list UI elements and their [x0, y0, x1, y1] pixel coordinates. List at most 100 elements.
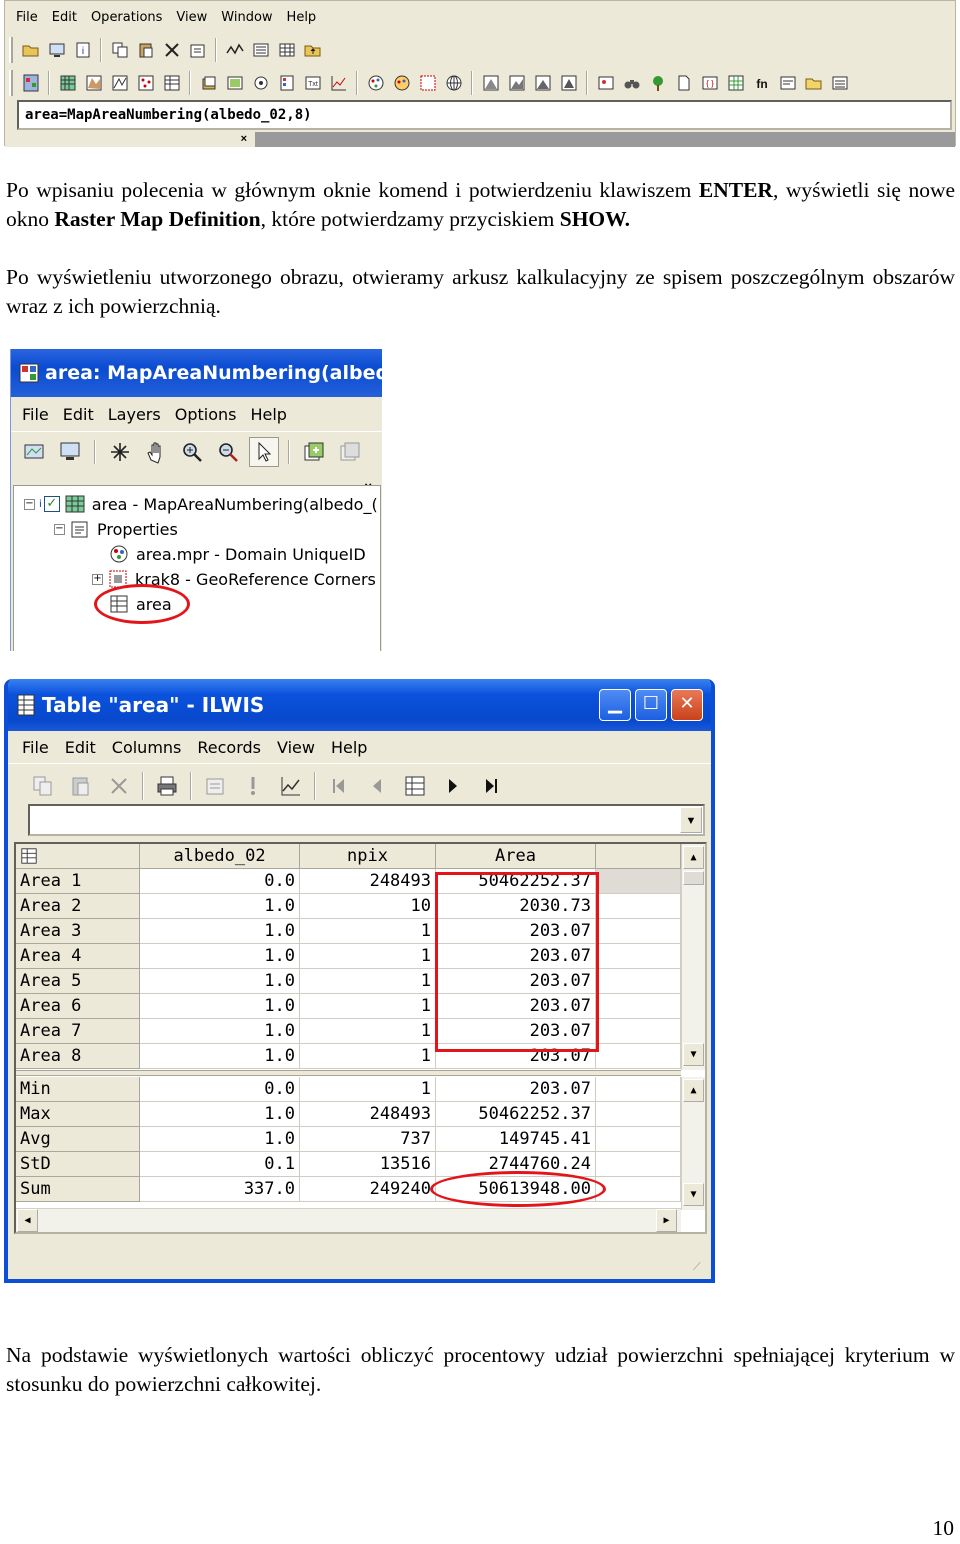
table-menu-help[interactable]: Help [323, 738, 375, 757]
last-record-icon[interactable] [476, 771, 506, 801]
record-name[interactable]: Area 4 [16, 944, 140, 969]
pan-hand-icon[interactable] [141, 437, 171, 467]
binoculars-icon[interactable] [620, 72, 643, 95]
segment-map-icon[interactable] [108, 72, 131, 95]
record-name[interactable]: Area 3 [16, 919, 140, 944]
georeference-icon[interactable] [416, 72, 439, 95]
menu-view[interactable]: View [169, 10, 214, 25]
polygon-map-icon[interactable] [82, 72, 105, 95]
pointer-star-icon[interactable] [105, 437, 135, 467]
maximize-button[interactable]: ☐ [635, 689, 667, 721]
record-name[interactable]: Area 1 [16, 869, 140, 894]
toolbar-grip[interactable] [9, 37, 13, 63]
monitor-icon[interactable] [55, 437, 85, 467]
column-header-npix[interactable]: npix [300, 844, 436, 869]
cell-npix[interactable]: 248493 [300, 869, 436, 894]
paste-icon[interactable] [134, 39, 157, 62]
layer-visible-checkbox[interactable]: ✓ [43, 496, 60, 512]
table-menu-view[interactable]: View [269, 738, 323, 757]
toolbar-grip[interactable] [9, 70, 13, 96]
new-document-icon[interactable] [672, 72, 695, 95]
delete-icon[interactable] [104, 771, 134, 801]
close-command-pane-button[interactable]: × [5, 132, 255, 147]
folder-icon[interactable] [802, 72, 825, 95]
remove-layer-icon[interactable] [335, 437, 365, 467]
column-header-area[interactable]: Area [436, 844, 596, 869]
annotation-icon[interactable] [557, 72, 580, 95]
next-record-icon[interactable] [438, 771, 468, 801]
record-name[interactable]: Area 7 [16, 1019, 140, 1044]
map-list-icon[interactable] [197, 72, 220, 95]
first-record-icon[interactable] [324, 771, 354, 801]
stats-scroll-down-arrow-icon[interactable]: ▼ [683, 1183, 704, 1206]
grid-table-icon[interactable] [724, 72, 747, 95]
raster-map-icon[interactable] [56, 72, 79, 95]
text-icon[interactable]: Txt [301, 72, 324, 95]
console-icon[interactable] [828, 72, 851, 95]
table-menu-edit[interactable]: Edit [57, 738, 104, 757]
minimize-button[interactable]: ▁ [599, 689, 631, 721]
menu-edit[interactable]: Edit [45, 10, 84, 25]
scroll-up-arrow-icon[interactable]: ▲ [683, 846, 704, 869]
record-name[interactable]: Area 8 [16, 1044, 140, 1069]
goto-record-icon[interactable] [400, 771, 430, 801]
close-button[interactable]: ✕ [671, 689, 703, 721]
cell-albedo[interactable]: 1.0 [140, 894, 300, 919]
layer-tree-domain[interactable]: area.mpr - Domain UniqueID [108, 542, 366, 566]
copy-icon[interactable] [108, 39, 131, 62]
delete-icon[interactable] [160, 39, 183, 62]
command-line-input[interactable]: area=MapAreaNumbering(albedo_02,8) [17, 100, 952, 130]
map-menu-file[interactable]: File [15, 405, 56, 424]
sort-exclamation-icon[interactable] [238, 771, 268, 801]
cell-npix[interactable]: 1 [300, 969, 436, 994]
table-icon[interactable] [160, 72, 183, 95]
command-combo-box[interactable]: ▼ [28, 804, 705, 836]
cell-albedo[interactable]: 1.0 [140, 944, 300, 969]
up-folder-icon[interactable] [301, 39, 324, 62]
column-header-albedo[interactable]: albedo_02 [140, 844, 300, 869]
records-vertical-scrollbar[interactable]: ▲ ▼ [681, 844, 705, 1070]
scroll-left-arrow-icon[interactable]: ◀ [17, 1209, 38, 1232]
map-menu-layers[interactable]: Layers [101, 405, 168, 424]
map-3d-icon[interactable] [505, 72, 528, 95]
zoom-in-icon[interactable] [177, 437, 207, 467]
scroll-down-arrow-icon[interactable]: ▼ [683, 1043, 704, 1066]
map-layout-icon[interactable] [531, 72, 554, 95]
paste-icon[interactable] [66, 771, 96, 801]
graph-icon[interactable] [223, 39, 246, 62]
show-icon[interactable] [45, 39, 68, 62]
print-icon[interactable] [152, 771, 182, 801]
map-menu-help[interactable]: Help [243, 405, 293, 424]
menu-file[interactable]: File [9, 10, 45, 25]
chart-icon[interactable] [327, 72, 350, 95]
menu-help[interactable]: Help [280, 10, 324, 25]
cell-npix[interactable]: 1 [300, 919, 436, 944]
resize-grip-icon[interactable]: ⟋ [693, 1261, 707, 1275]
scroll-right-arrow-icon[interactable]: ▶ [656, 1209, 677, 1232]
matrix-icon[interactable]: { } [698, 72, 721, 95]
cell-npix[interactable]: 1 [300, 1019, 436, 1044]
details-view-icon[interactable] [275, 39, 298, 62]
sample-set-icon[interactable] [249, 72, 272, 95]
expand-georef-button[interactable]: + [92, 573, 103, 585]
collapse-root-button[interactable]: − [24, 498, 35, 510]
map-menu-options[interactable]: Options [168, 405, 244, 424]
function-icon[interactable]: fn [750, 72, 773, 95]
layer-tree-root[interactable]: − i ✓ area - MapAreaNumbering(albedo_( [24, 492, 378, 516]
record-name[interactable]: Area 2 [16, 894, 140, 919]
cell-npix[interactable]: 10 [300, 894, 436, 919]
table-menu-records[interactable]: Records [189, 738, 269, 757]
cell-npix[interactable]: 1 [300, 1044, 436, 1069]
open-folder-icon[interactable] [19, 39, 42, 62]
domain-icon[interactable] [364, 72, 387, 95]
cell-albedo[interactable]: 1.0 [140, 994, 300, 1019]
select-arrow-icon[interactable] [249, 436, 279, 467]
table-menu-file[interactable]: File [14, 738, 57, 757]
point-map-icon[interactable] [134, 72, 157, 95]
record-name[interactable]: Area 5 [16, 969, 140, 994]
cell-albedo[interactable]: 1.0 [140, 1044, 300, 1069]
layer-tree-properties[interactable]: − Properties [54, 517, 178, 541]
collapse-properties-button[interactable]: − [54, 523, 65, 535]
image-icon[interactable] [594, 72, 617, 95]
add-layer-icon[interactable] [299, 437, 329, 467]
